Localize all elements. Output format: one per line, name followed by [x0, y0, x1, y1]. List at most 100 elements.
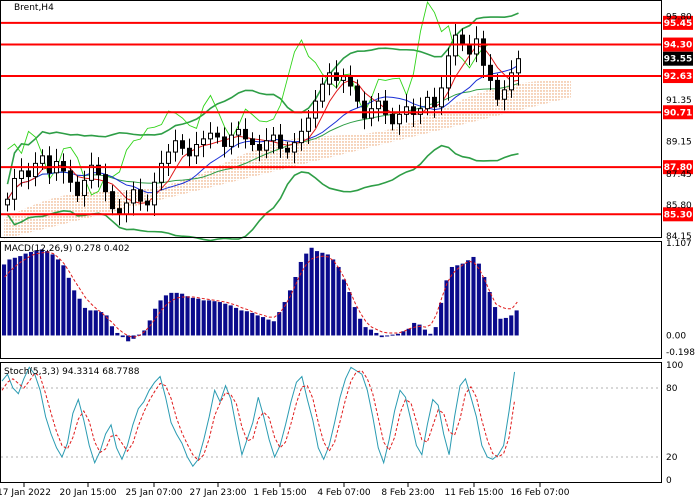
candle-body	[306, 117, 311, 132]
macd-bar	[466, 260, 471, 336]
macd-bar	[509, 315, 514, 336]
candle-body	[5, 198, 10, 206]
candle-body	[369, 108, 374, 119]
candle-body	[439, 87, 444, 108]
candle	[61, 153, 66, 184]
macd-bar	[341, 279, 347, 336]
macd-bar	[385, 335, 390, 337]
stoch-main-line	[1, 366, 516, 468]
macd-bar	[336, 266, 341, 336]
price-tick-label: 95.80	[666, 12, 692, 22]
candle-body	[229, 134, 234, 147]
candle-body	[138, 189, 143, 202]
macd-bar	[455, 265, 460, 336]
candle	[173, 129, 178, 162]
candle-body	[432, 96, 437, 108]
candle	[327, 63, 332, 96]
macd-bar	[320, 252, 325, 336]
candle	[250, 132, 255, 152]
stoch-panel-frame	[0, 362, 662, 483]
macd-bar	[23, 253, 28, 336]
macd-bar	[412, 322, 417, 336]
candle-body	[152, 181, 157, 206]
macd-bar	[158, 300, 163, 336]
candle-body	[47, 155, 52, 174]
candle-body	[327, 72, 332, 85]
macd-bar	[163, 295, 168, 336]
candle	[243, 118, 248, 149]
candle-body	[166, 151, 171, 164]
macd-bar	[363, 327, 368, 336]
candle	[54, 148, 59, 181]
candle	[341, 68, 346, 94]
candle-body	[187, 147, 192, 157]
candle	[383, 90, 388, 124]
macd-bar	[115, 332, 120, 336]
candle-body	[278, 134, 283, 149]
candle-body	[173, 140, 178, 153]
macd-bar	[50, 254, 55, 336]
macd-bar	[55, 259, 61, 336]
candle-body	[124, 202, 129, 215]
macd-bar	[374, 332, 379, 336]
macd-bar	[476, 263, 481, 336]
candle-body	[285, 147, 290, 153]
price-tick-label: 89.15	[666, 138, 692, 148]
candle-body	[19, 170, 24, 179]
macd-bar	[460, 263, 465, 336]
macd-tick-label: -0.198	[666, 348, 695, 358]
macd-bar	[368, 329, 374, 336]
macd-bar	[180, 293, 185, 336]
chart-window: 95.45 94.30 92.63 90.71 87.80 85.30 93.55 95.8…	[0, 0, 700, 500]
macd-bar	[395, 333, 400, 336]
candle-body	[446, 55, 451, 89]
candle-body	[376, 100, 381, 110]
macd-bar	[358, 318, 363, 336]
x-tick-label: 1 Feb 15:00	[253, 488, 307, 498]
candle-body	[243, 128, 248, 140]
macd-bar	[331, 259, 336, 336]
macd-bar	[325, 254, 330, 336]
candle-body	[474, 38, 479, 55]
macd-bar	[223, 303, 228, 336]
candle-body	[271, 134, 276, 142]
candle	[5, 192, 10, 212]
candle-body	[236, 128, 241, 136]
candle	[362, 91, 367, 130]
stoch-signal-line	[1, 370, 516, 462]
price-chart-title: Brent,H4	[14, 3, 54, 13]
macd-bar	[228, 305, 233, 336]
candle	[33, 152, 38, 187]
candle-body	[257, 144, 262, 151]
candle-body	[516, 58, 521, 74]
x-tick-label: 16 Feb 07:00	[510, 488, 569, 498]
macd-bar	[45, 251, 50, 336]
macd-bar	[282, 302, 287, 336]
macd-bar	[255, 315, 260, 336]
macd-bar	[304, 253, 309, 336]
macd-bar	[514, 310, 519, 336]
macd-bar	[34, 250, 39, 336]
macd-bar	[72, 290, 77, 336]
macd-bar	[212, 301, 217, 336]
candle-body	[180, 140, 185, 149]
macd-bar	[99, 312, 104, 336]
candle-body	[425, 96, 430, 110]
macd-bar	[28, 251, 34, 336]
macd-title: MACD(12,26,9) 0.278 0.402	[4, 244, 130, 254]
macd-bar	[406, 328, 411, 336]
candle-body	[488, 64, 493, 81]
candle-body	[82, 179, 87, 196]
candle-body	[194, 144, 199, 157]
candle	[390, 107, 395, 131]
macd-bar	[487, 292, 492, 336]
stoch-tick-label: 100	[666, 361, 683, 371]
macd-bar	[61, 265, 66, 336]
candle-body	[131, 189, 136, 204]
macd-tick-label: 0.00	[666, 331, 686, 341]
macd-bar	[503, 317, 508, 336]
macd-bar	[309, 247, 314, 336]
price-tick-label: 91.35	[666, 96, 692, 106]
candle	[194, 131, 199, 164]
macd-bar	[271, 321, 276, 336]
